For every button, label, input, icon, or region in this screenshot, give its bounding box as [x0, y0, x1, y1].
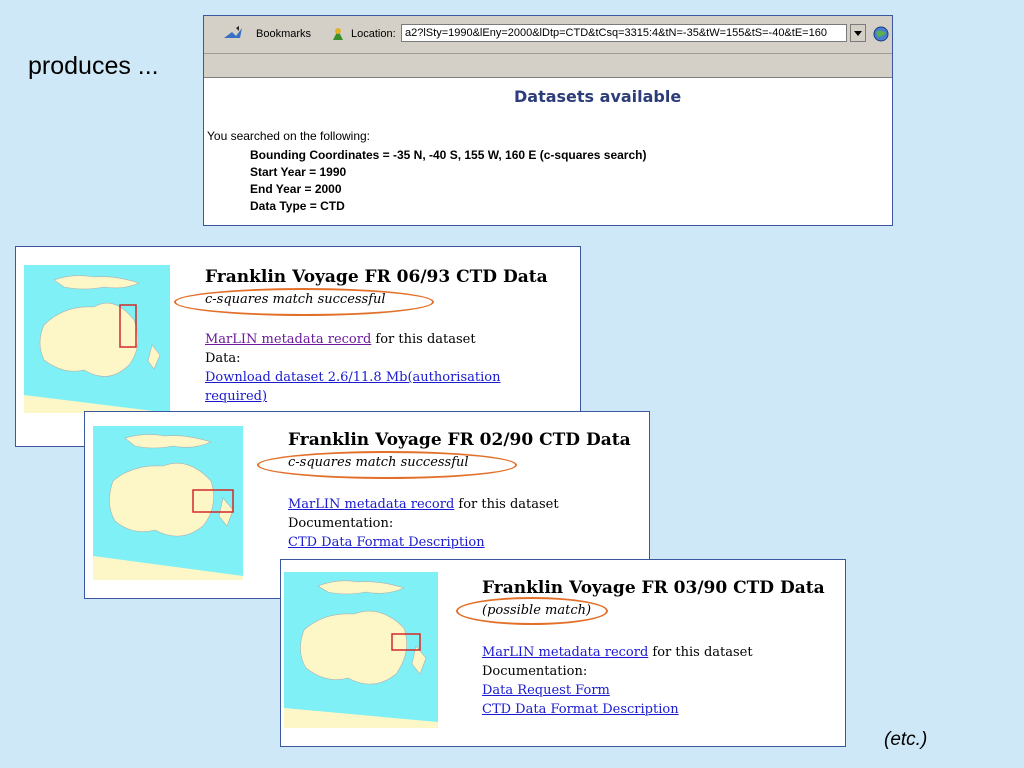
etc-caption: (etc.): [884, 729, 928, 750]
metadata-suffix: for this dataset: [648, 645, 753, 660]
url-dropdown-button[interactable]: [850, 24, 866, 42]
ctd-format-link[interactable]: CTD Data Format Description: [482, 702, 679, 717]
highlight-oval: [174, 288, 434, 316]
download-dataset-link-continued[interactable]: required): [205, 389, 267, 404]
dataset-title: Franklin Voyage FR 02/90 CTD Data: [288, 430, 631, 450]
location-icon: [333, 28, 343, 40]
australia-map: [284, 572, 438, 728]
australia-map: [93, 426, 243, 580]
download-dataset-link[interactable]: Download dataset 2.6/11.8 Mb(authorisati…: [205, 370, 500, 385]
page-title: Datasets available: [514, 87, 682, 106]
browser-status-strip: [204, 54, 892, 78]
search-summary-label: You searched on the following:: [207, 129, 371, 143]
data-request-form-link[interactable]: Data Request Form: [482, 683, 610, 698]
browser-toolbar: Bookmarks Location: a2?lSty=1990&lEny=20…: [204, 16, 892, 54]
globe-icon[interactable]: [872, 25, 890, 43]
australia-map: [24, 265, 170, 413]
search-criteria-list: Bounding Coordinates = -35 N, -40 S, 155…: [250, 147, 646, 215]
highlight-oval: [456, 597, 608, 625]
metadata-record-link[interactable]: MarLIN metadata record: [205, 332, 371, 347]
criteria-start-year: Start Year = 1990: [250, 165, 347, 179]
metadata-suffix: for this dataset: [371, 332, 476, 347]
section-label: Data:: [205, 351, 241, 366]
metadata-record-link[interactable]: MarLIN metadata record: [288, 497, 454, 512]
dataset-title: Franklin Voyage FR 06/93 CTD Data: [205, 267, 548, 287]
bookmarks-icon[interactable]: [222, 26, 244, 42]
url-field[interactable]: a2?lSty=1990&lEny=2000&lDtp=CTD&tCsq=331…: [401, 24, 847, 42]
browser-window: Bookmarks Location: a2?lSty=1990&lEny=20…: [203, 15, 893, 226]
dataset-title: Franklin Voyage FR 03/90 CTD Data: [482, 578, 825, 598]
ctd-format-link[interactable]: CTD Data Format Description: [288, 535, 485, 550]
metadata-record-link[interactable]: MarLIN metadata record: [482, 645, 648, 660]
produces-caption: produces ...: [28, 52, 159, 80]
criteria-bounding-coordinates: Bounding Coordinates = -35 N, -40 S, 155…: [250, 148, 647, 162]
metadata-suffix: for this dataset: [454, 497, 559, 512]
highlight-oval: [257, 451, 517, 479]
section-label: Documentation:: [482, 664, 588, 679]
bookmarks-button[interactable]: Bookmarks: [256, 28, 311, 40]
location-label: Location:: [351, 28, 396, 40]
dataset-card: Franklin Voyage FR 03/90 CTD Data (possi…: [280, 559, 846, 747]
criteria-end-year: End Year = 2000: [250, 182, 342, 196]
section-label: Documentation:: [288, 516, 394, 531]
criteria-data-type: Data Type = CTD: [250, 199, 345, 213]
